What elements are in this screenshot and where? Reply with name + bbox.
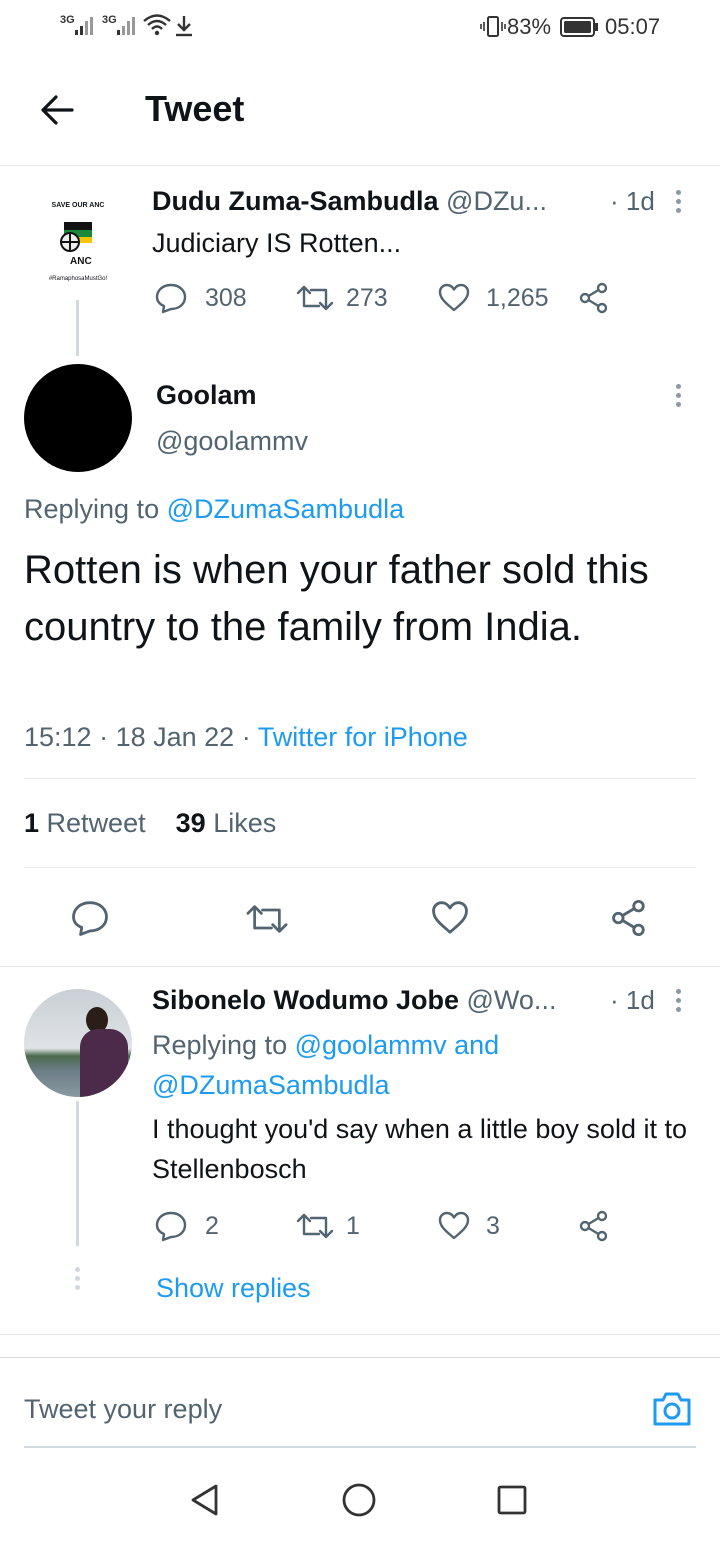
tweet-author: Dudu Zuma-Sambudla @DZu...	[152, 186, 547, 217]
tweet-date: 18 Jan 22	[115, 722, 235, 752]
like-icon[interactable]	[437, 1210, 471, 1242]
user-handle[interactable]: @Wo...	[467, 985, 557, 1015]
tweet-text: Rotten is when your father sold this cou…	[24, 548, 649, 649]
show-replies-link[interactable]: Show replies	[156, 1273, 311, 1304]
main-tweet: Goolam @goolammv Replying to @DZumaSambu…	[0, 356, 720, 966]
signal-bars-icon	[117, 16, 139, 41]
reply-tweet[interactable]: Sibonelo Wodumo Jobe @Wo... · 1d Replyin…	[0, 967, 720, 1335]
reply-icon[interactable]	[154, 1210, 188, 1242]
mention-link[interactable]: @DZumaSambudla	[152, 1070, 390, 1100]
replying-to: Replying to @DZumaSambudla	[24, 494, 405, 524]
signal-icon: 3G	[102, 14, 117, 26]
logo-text-mid: ANC	[70, 256, 92, 267]
share-icon[interactable]	[578, 282, 610, 314]
status-time: 05:07	[605, 14, 661, 39]
thread-line	[76, 1101, 79, 1246]
like-icon[interactable]	[430, 899, 470, 937]
retweet-icon[interactable]	[244, 901, 290, 937]
signal-icon: 3G	[60, 14, 75, 26]
back-arrow-icon[interactable]	[38, 92, 76, 128]
logo-text-top: SAVE OUR ANC	[51, 202, 105, 209]
mention-link[interactable]: @goolammv	[295, 1030, 447, 1060]
reply-input[interactable]: Tweet your reply	[24, 1394, 222, 1425]
retweet-icon[interactable]	[295, 282, 335, 314]
status-bar: 3G 3G 83% 05:07	[0, 0, 720, 56]
reply-icon[interactable]	[154, 282, 188, 314]
reply-composer[interactable]: Tweet your reply	[0, 1358, 720, 1448]
like-icon[interactable]	[437, 282, 471, 314]
parent-tweet[interactable]: SAVE OUR ANC ANC #RamaphosaMustGo! Dudu …	[0, 166, 720, 356]
more-options-icon[interactable]	[676, 190, 682, 217]
mention-link[interactable]: @DZumaSambudla	[167, 494, 405, 524]
retweet-icon[interactable]	[295, 1210, 335, 1242]
home-nav-icon[interactable]	[341, 1482, 377, 1518]
tweet-meta: 15:12 · 18 Jan 22 · Twitter for iPhone	[24, 722, 468, 752]
battery-percent: 83%	[507, 14, 552, 39]
tweet-time: · 1d	[610, 985, 655, 1015]
recents-nav-icon[interactable]	[496, 1484, 528, 1516]
retweet-count: 273	[346, 284, 388, 312]
tweet-time: · 1d	[610, 186, 655, 216]
replying-to: Replying to @goolammv and @DZumaSambudla	[152, 1030, 500, 1100]
display-name[interactable]: Goolam	[156, 380, 257, 411]
like-count: 3	[486, 1212, 500, 1240]
user-handle[interactable]: @goolammv	[156, 426, 308, 457]
download-icon	[174, 14, 194, 43]
engagement-stats: 1 Retweet 39 Likes	[24, 808, 276, 839]
page-title: Tweet	[145, 88, 245, 129]
reply-count: 2	[205, 1212, 219, 1240]
share-icon[interactable]	[578, 1210, 610, 1242]
divider	[24, 778, 696, 779]
reply-icon[interactable]	[70, 899, 110, 937]
signal-bars-icon	[75, 16, 97, 41]
thread-line	[76, 300, 79, 356]
tweet-author: Sibonelo Wodumo Jobe @Wo...	[152, 985, 556, 1016]
retweet-count: 1	[346, 1212, 360, 1240]
more-options-icon[interactable]	[676, 384, 682, 411]
person-body	[80, 1029, 128, 1097]
like-count: 1,265	[486, 284, 549, 312]
likes-stat[interactable]: 39 Likes	[176, 808, 277, 838]
avatar[interactable]	[24, 989, 132, 1097]
vibrate-icon	[480, 15, 506, 44]
battery-icon	[560, 16, 600, 43]
logo-text-bottom: #RamaphosaMustGo!	[48, 276, 108, 282]
system-nav-bar	[0, 1460, 720, 1541]
divider	[0, 1334, 720, 1335]
share-icon[interactable]	[610, 899, 648, 937]
retweets-stat[interactable]: 1 Retweet	[24, 808, 146, 838]
wifi-icon	[142, 13, 172, 42]
back-nav-icon[interactable]	[188, 1482, 222, 1518]
thread-dots	[75, 1267, 80, 1290]
tweet-text: Judiciary IS Rotten...	[152, 228, 402, 258]
tweet-text: I thought you'd say when a little boy so…	[152, 1114, 687, 1184]
display-name[interactable]: Dudu Zuma-Sambudla	[152, 186, 439, 216]
more-options-icon[interactable]	[676, 989, 682, 1016]
tweet-time: 15:12	[24, 722, 92, 752]
input-underline	[24, 1446, 696, 1448]
user-handle[interactable]: @DZu...	[446, 186, 547, 216]
tweet-source-link[interactable]: Twitter for iPhone	[258, 722, 468, 752]
avatar[interactable]: SAVE OUR ANC ANC #RamaphosaMustGo!	[24, 190, 132, 298]
display-name[interactable]: Sibonelo Wodumo Jobe	[152, 985, 459, 1015]
divider	[24, 867, 696, 868]
camera-icon[interactable]	[651, 1388, 693, 1428]
avatar[interactable]	[24, 364, 132, 472]
reply-count: 308	[205, 284, 247, 312]
